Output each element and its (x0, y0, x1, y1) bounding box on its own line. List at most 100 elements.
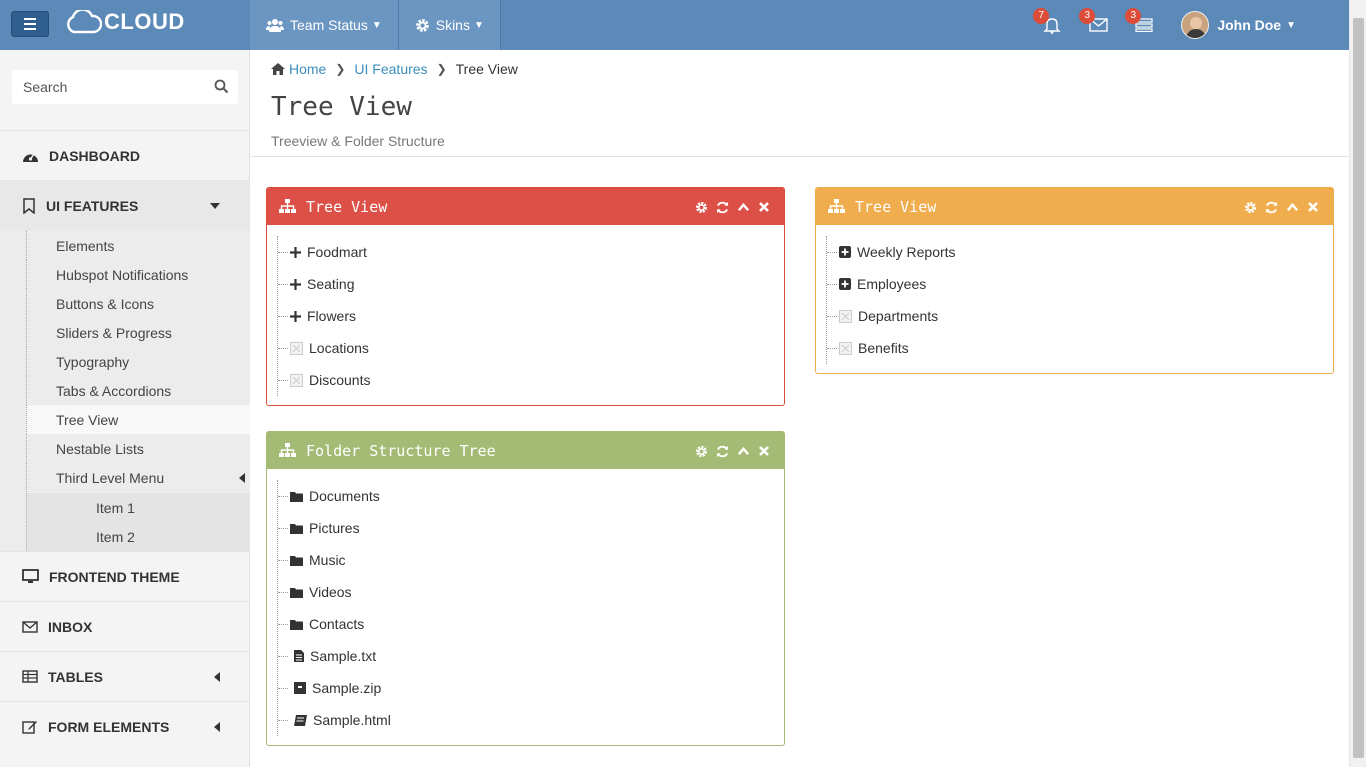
sidebar-item-dashboard[interactable]: DASHBOARD (0, 130, 250, 180)
search-icon[interactable] (214, 79, 229, 94)
tree-node[interactable]: Sample.txt (278, 640, 391, 672)
gear-icon[interactable] (695, 445, 708, 458)
third-level-label: Item 2 (96, 528, 135, 545)
messages-button[interactable]: 3 (1075, 0, 1121, 50)
tree-node-label: Sample.html (313, 712, 391, 728)
sidebar-item-frontend-theme[interactable]: FRONTEND THEME (0, 551, 250, 601)
plus-square-icon (839, 246, 851, 258)
sidebar-toggle-button[interactable] (11, 11, 49, 37)
edit-icon (22, 721, 37, 734)
breadcrumb-home-link[interactable]: Home (289, 61, 326, 77)
sidebar-search (12, 70, 238, 104)
gear-icon (415, 18, 429, 32)
submenu-item-sliders-progress[interactable]: Sliders & Progress (26, 318, 250, 347)
submenu-item-third-level-menu[interactable]: Third Level Menu (26, 463, 250, 492)
page-title: Tree View (271, 92, 412, 122)
tree-node[interactable]: Seating (278, 268, 370, 300)
close-icon[interactable] (758, 445, 770, 457)
logo[interactable]: CLOUD (64, 9, 185, 35)
user-name: John Doe (1217, 17, 1282, 33)
tree-node-label: Pictures (309, 520, 360, 536)
sidebar-item-label: FRONTEND THEME (49, 568, 180, 585)
gear-icon[interactable] (695, 201, 708, 214)
submenu-item-tree-view[interactable]: Tree View (26, 405, 250, 434)
chevron-up-icon[interactable] (1286, 201, 1299, 214)
caret-left-icon (214, 671, 220, 682)
tree-node[interactable]: Contacts (278, 608, 391, 640)
chevron-down-icon: ▼ (371, 19, 382, 31)
submenu-item-nestable-lists[interactable]: Nestable Lists (26, 434, 250, 463)
refresh-icon[interactable] (1265, 201, 1278, 214)
brand-area: CLOUD (0, 0, 250, 50)
tree-node[interactable]: Pictures (278, 512, 391, 544)
sidebar-item-label: TABLES (48, 668, 103, 685)
notifications-button[interactable]: 7 (1029, 0, 1075, 50)
breadcrumb-section-link[interactable]: UI Features (354, 61, 427, 77)
submenu-item-elements[interactable]: Elements (26, 231, 250, 260)
leaf-box-icon (839, 341, 852, 355)
page-scrollbar[interactable] (1349, 0, 1366, 767)
close-icon[interactable] (758, 201, 770, 213)
tree-node[interactable]: Employees (827, 268, 956, 300)
tree-node[interactable]: Locations (278, 332, 370, 364)
tree-node-label: Foodmart (307, 244, 367, 260)
tree-node[interactable]: Flowers (278, 300, 370, 332)
third-level-item-1[interactable]: Item 1 (26, 493, 250, 522)
chevron-up-icon[interactable] (737, 201, 750, 214)
chevron-right-icon: ❯ (335, 62, 346, 76)
dashboard-icon (23, 153, 38, 162)
bookmark-icon (23, 198, 35, 214)
tree-node-label: Contacts (309, 616, 365, 632)
tasks-button[interactable]: 3 (1121, 0, 1167, 50)
scrollbar-thumb[interactable] (1353, 18, 1364, 758)
cloud-icon (67, 10, 102, 34)
refresh-icon[interactable] (716, 201, 729, 214)
sidebar-item-tables[interactable]: TABLES (0, 651, 250, 701)
user-menu[interactable]: John Doe ▼ (1167, 11, 1366, 39)
submenu-item-hubspot-notifications[interactable]: Hubspot Notifications (26, 260, 250, 289)
tree-node-label: Departments (858, 308, 939, 324)
panel-title: Tree View (855, 197, 937, 216)
panel-title: Tree View (306, 197, 388, 216)
third-level-label: Item 1 (96, 499, 135, 516)
submenu-item-buttons-icons[interactable]: Buttons & Icons (26, 289, 250, 318)
gear-icon[interactable] (1244, 201, 1257, 214)
panel-tools (1244, 201, 1319, 214)
sidebar-item-ui-features[interactable]: UI FEATURES (0, 180, 250, 231)
skins-menu[interactable]: Skins ▼ (398, 0, 501, 50)
submenu-item-tabs-accordions[interactable]: Tabs & Accordions (26, 376, 250, 405)
top-bar: CLOUD Team Status ▼ Skins ▼ 7 3 3 John D… (0, 0, 1366, 50)
tree-node[interactable]: Benefits (827, 332, 956, 364)
close-icon[interactable] (1307, 201, 1319, 213)
team-status-menu[interactable]: Team Status ▼ (250, 0, 399, 50)
sidebar-item-inbox[interactable]: INBOX (0, 601, 250, 651)
tree-view-panel-yellow: Tree View Weekly Reports Employees Depar… (815, 187, 1334, 374)
chevron-down-icon: ▼ (1286, 19, 1296, 31)
submenu-label: Sliders & Progress (56, 324, 172, 341)
tree-node-label: Videos (309, 584, 352, 600)
tree-node-label: Weekly Reports (857, 244, 956, 260)
tree-node[interactable]: Sample.zip (278, 672, 391, 704)
sidebar-item-form-elements[interactable]: FORM ELEMENTS (0, 701, 250, 751)
tree-node[interactable]: Weekly Reports (827, 236, 956, 268)
search-input[interactable] (12, 70, 202, 104)
refresh-icon[interactable] (716, 445, 729, 458)
tree-node[interactable]: Foodmart (278, 236, 370, 268)
folder-structure-panel: Folder Structure Tree Documents Pictures… (266, 431, 785, 746)
tree-node[interactable]: Sample.html (278, 704, 391, 736)
page-subtitle: Treeview & Folder Structure (271, 133, 445, 149)
tree-node[interactable]: Discounts (278, 364, 370, 396)
chevron-up-icon[interactable] (737, 445, 750, 458)
tree-node[interactable]: Departments (827, 300, 956, 332)
tree-node[interactable]: Documents (278, 480, 391, 512)
tree-node[interactable]: Videos (278, 576, 391, 608)
tree-node[interactable]: Music (278, 544, 391, 576)
submenu-item-typography[interactable]: Typography (26, 347, 250, 376)
leaf-box-icon (290, 373, 303, 387)
top-right-area: 7 3 3 John Doe ▼ (1029, 0, 1366, 50)
third-level-item-2[interactable]: Item 2 (26, 522, 250, 551)
book-icon (294, 714, 307, 726)
plus-icon (290, 278, 301, 290)
tree-list: Foodmart Seating Flowers Locations Disco… (277, 236, 370, 396)
tree-node-label: Sample.zip (312, 680, 382, 696)
